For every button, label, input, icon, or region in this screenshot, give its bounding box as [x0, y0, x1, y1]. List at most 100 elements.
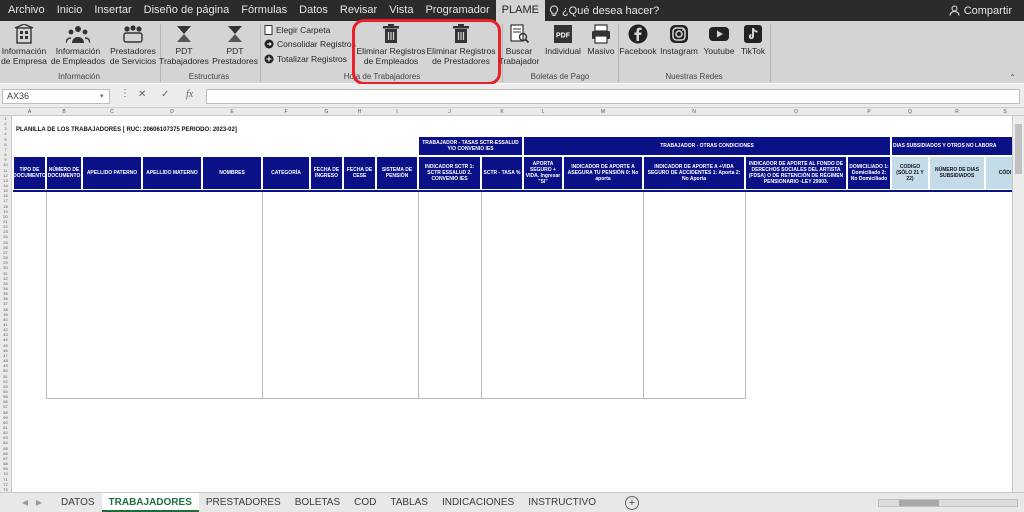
- menu-plame[interactable]: PLAME: [495, 0, 545, 21]
- masivo-button[interactable]: Masivo: [584, 24, 618, 56]
- pdt-prestadores-button[interactable]: PDT Prestadores: [212, 24, 258, 66]
- name-box[interactable]: AX36: [2, 89, 110, 104]
- table-border: [418, 192, 419, 398]
- header-underline: [13, 190, 1024, 192]
- vertical-scroll-thumb[interactable]: [1015, 124, 1022, 174]
- column-header[interactable]: I: [376, 108, 418, 116]
- prestadores-button[interactable]: Prestadores de Servicios: [108, 24, 158, 66]
- facebook-icon: [628, 24, 648, 44]
- pdt-prestadores-label: PDT Prestadores: [212, 46, 258, 66]
- column-header[interactable]: B: [46, 108, 82, 116]
- help-label: ¿Qué desea hacer?: [561, 4, 660, 17]
- youtube-label: Youtube: [703, 46, 735, 56]
- header-sctr-tasa: SCTR - TASA %: [481, 156, 523, 190]
- prestadores-label: Prestadores de Servicios: [109, 46, 157, 66]
- table-border: [643, 192, 644, 398]
- next-sheet-icon[interactable]: ▶: [32, 498, 46, 507]
- table-border: [481, 192, 482, 398]
- column-header[interactable]: N: [643, 108, 745, 116]
- column-header[interactable]: K: [481, 108, 523, 116]
- help-search[interactable]: ¿Qué desea hacer?: [549, 5, 659, 17]
- column-header[interactable]: J: [418, 108, 481, 116]
- group-redes: Nuestras Redes: [665, 72, 723, 81]
- info-empresa-button[interactable]: Información de Empresa: [0, 24, 48, 66]
- prev-sheet-icon[interactable]: ◀: [18, 498, 32, 507]
- header-categoria: CATEGORÍA: [262, 156, 310, 190]
- menu-diseno[interactable]: Diseño de página: [138, 0, 236, 21]
- horizontal-scrollbar[interactable]: [878, 499, 1018, 507]
- add-sheet-button[interactable]: +: [624, 495, 639, 510]
- vertical-scrollbar[interactable]: [1012, 116, 1024, 492]
- printer-icon: [592, 24, 610, 44]
- collapse-ribbon-icon[interactable]: ⌃: [1009, 73, 1016, 82]
- facebook-button[interactable]: Facebook: [619, 24, 657, 56]
- buscar-trabajador-button[interactable]: Buscar Trabajador: [498, 24, 540, 66]
- sheet-title: PLANILLA DE LOS TRABAJADORES [ RUC: 2060…: [16, 127, 237, 133]
- column-header[interactable]: A: [13, 108, 46, 116]
- menu-inicio[interactable]: Inicio: [51, 0, 89, 21]
- column-header[interactable]: F: [262, 108, 310, 116]
- group-boletas: Boletas de Pago: [530, 72, 590, 81]
- header-domiciliado: DOMICILIADO 1: Domiciliado 2: No Domicil…: [847, 156, 891, 190]
- column-header[interactable]: Q: [891, 108, 929, 116]
- menu-archivo[interactable]: Archivo: [2, 0, 51, 21]
- tiktok-button[interactable]: TikTok: [738, 24, 768, 56]
- individual-button[interactable]: PDF Individual: [542, 24, 584, 56]
- header-nombres: NOMBRES: [202, 156, 262, 190]
- column-header[interactable]: G: [310, 108, 343, 116]
- tab-trabajadores[interactable]: TRABAJADORES: [101, 493, 199, 512]
- column-header[interactable]: R: [929, 108, 985, 116]
- column-header[interactable]: S: [985, 108, 1024, 116]
- share-button[interactable]: Compartir: [949, 0, 1012, 21]
- menu-formulas[interactable]: Fórmulas: [235, 0, 293, 21]
- cancel-icon[interactable]: ✕: [138, 89, 146, 100]
- column-header[interactable]: D: [142, 108, 202, 116]
- horizontal-scroll-thumb[interactable]: [899, 500, 939, 506]
- menu-datos[interactable]: Datos: [293, 0, 334, 21]
- instagram-button[interactable]: Instagram: [660, 24, 698, 56]
- sunat-logo-icon: [228, 26, 242, 42]
- table-border: [745, 192, 746, 398]
- ribbon: Información de Empresa Información de Em…: [0, 21, 1024, 83]
- tab-cod[interactable]: COD: [347, 493, 383, 512]
- individual-label: Individual: [545, 46, 581, 56]
- header-num-dias: NÚMERO DE DIAS SUBSIDIADOS: [929, 156, 985, 190]
- column-header[interactable]: E: [202, 108, 262, 116]
- tab-prestadores[interactable]: PRESTADORES: [199, 493, 288, 512]
- tab-instructivo[interactable]: INSTRUCTIVO: [521, 493, 603, 512]
- menu-insertar[interactable]: Insertar: [88, 0, 137, 21]
- menu-vista[interactable]: Vista: [383, 0, 419, 21]
- group-separator: [770, 24, 771, 82]
- formula-input[interactable]: [206, 89, 1020, 104]
- consolidar-registros-button[interactable]: Consolidar Registros: [264, 39, 356, 49]
- tab-datos[interactable]: DATOS: [54, 493, 102, 512]
- column-header[interactable]: L: [523, 108, 563, 116]
- column-header[interactable]: P: [847, 108, 891, 116]
- menu-revisar[interactable]: Revisar: [334, 0, 383, 21]
- elegir-carpeta-button[interactable]: Elegir Carpeta: [264, 25, 330, 35]
- column-header[interactable]: O: [745, 108, 847, 116]
- info-empleados-button[interactable]: Información de Empleados: [50, 24, 106, 66]
- header-sistema-pension: SISTEMA DE PENSIÓN: [376, 156, 418, 190]
- team-icon: [123, 25, 143, 43]
- group-header-dias: DIAS SUBSIDIADOS Y OTROS NO LABORA: [891, 136, 1024, 156]
- enter-icon[interactable]: ✓: [161, 89, 169, 100]
- insert-function-icon[interactable]: fx: [186, 89, 193, 100]
- column-header[interactable]: H: [343, 108, 376, 116]
- totalizar-registros-button[interactable]: Totalizar Registros: [264, 54, 347, 64]
- header-indicador-fdsa: INDICADOR DE APORTE AL FONDO DE DERECHOS…: [745, 156, 847, 190]
- menu-programador[interactable]: Programador: [419, 0, 495, 21]
- tab-tablas[interactable]: TABLAS: [383, 493, 435, 512]
- tab-indicaciones[interactable]: INDICACIONES: [435, 493, 521, 512]
- pdt-trabajadores-button[interactable]: PDT Trabajadores: [159, 24, 209, 66]
- column-header[interactable]: M: [563, 108, 643, 116]
- tab-boletas[interactable]: BOLETAS: [288, 493, 347, 512]
- column-header[interactable]: C: [82, 108, 142, 116]
- namebox-dropdown-icon[interactable]: ▾: [100, 92, 104, 100]
- header-indicador-sctr: INDICADOR SCTR 1: SCTR ESSALUD 2. CONVEN…: [418, 156, 481, 190]
- header-tipo-doc: TIPO DE DOCUMENTO: [13, 156, 46, 190]
- pdt-trabajadores-label: PDT Trabajadores: [159, 46, 209, 66]
- youtube-button[interactable]: Youtube: [700, 24, 738, 56]
- totalizar-registros-label: Totalizar Registros: [277, 54, 347, 64]
- formula-bar: AX36 ▾ ⋮ ✕ ✓ fx: [0, 84, 1024, 108]
